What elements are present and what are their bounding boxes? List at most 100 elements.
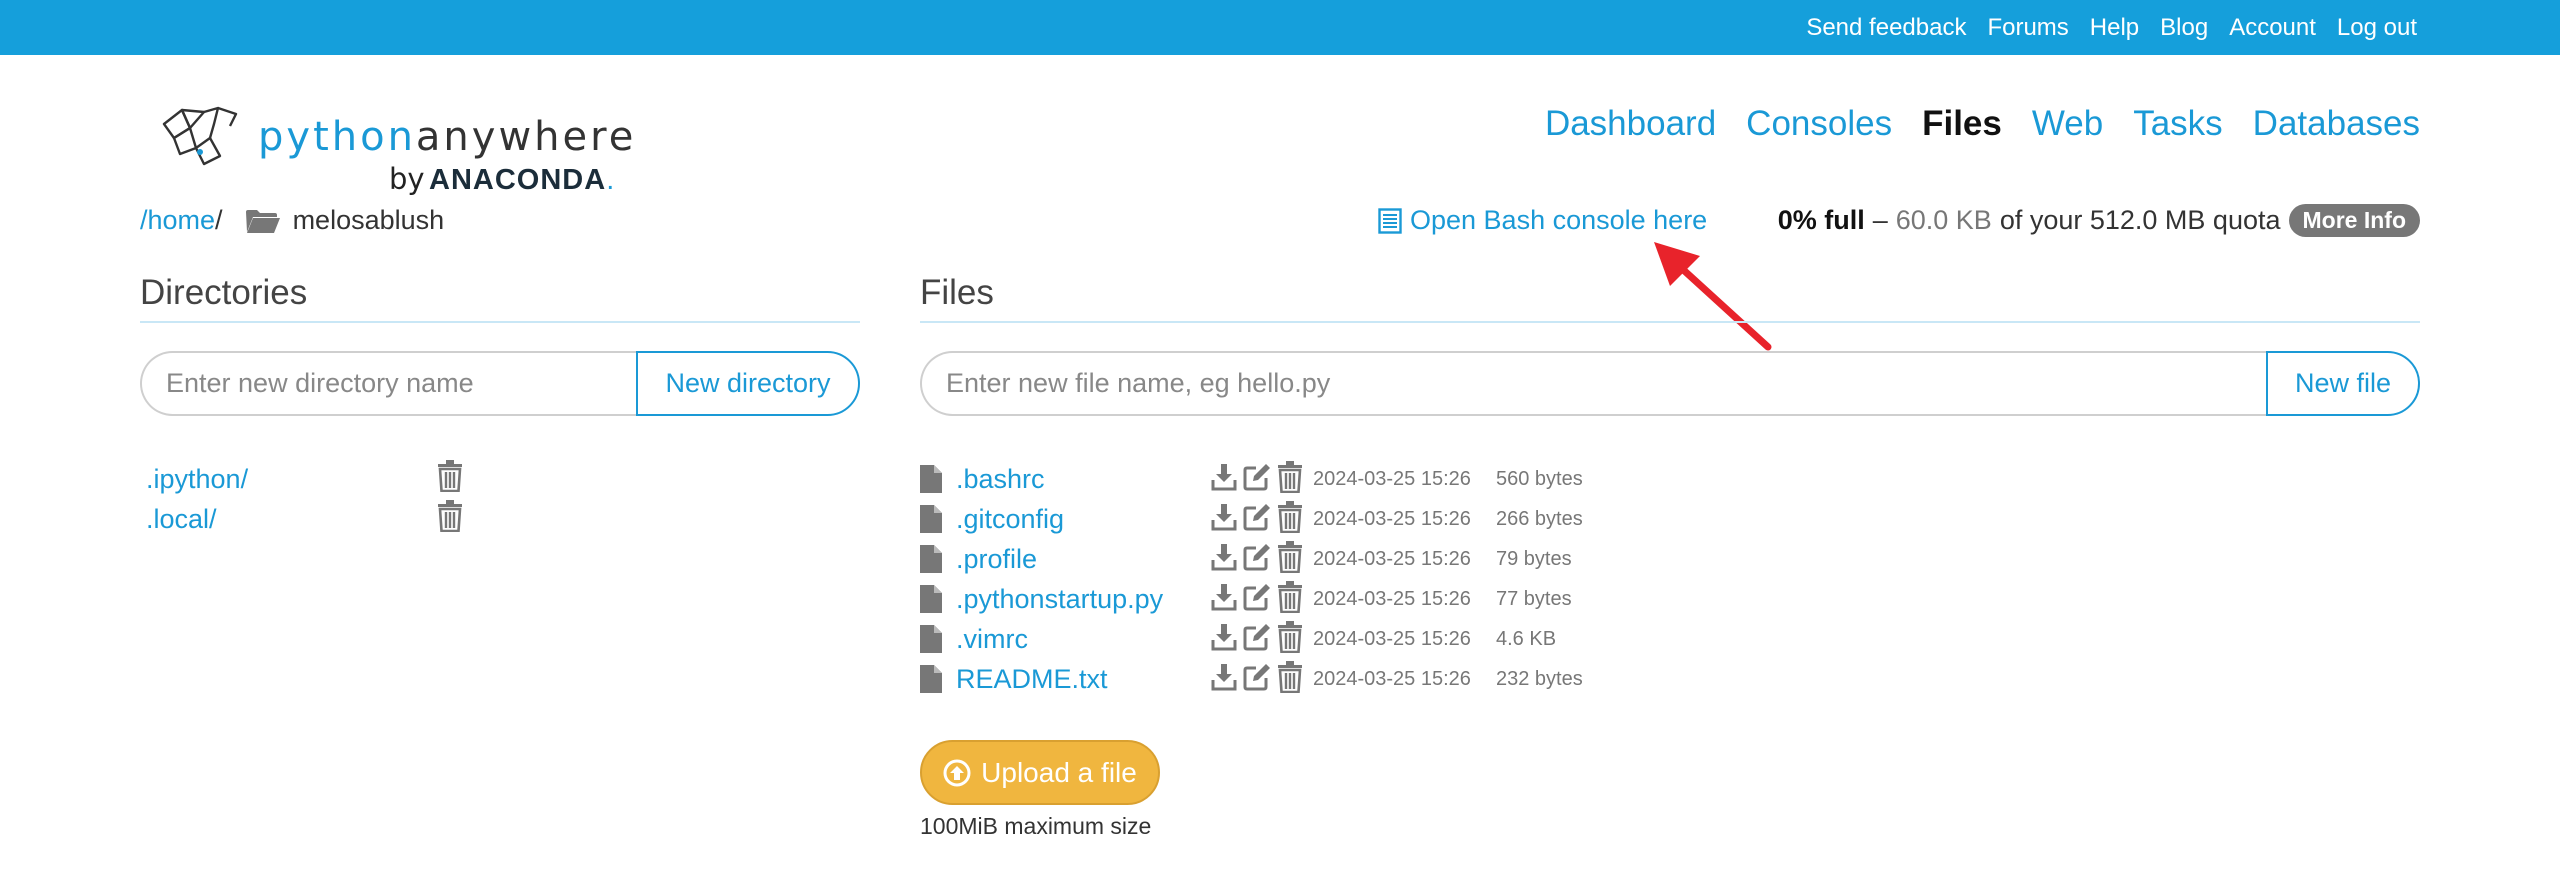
file-icon xyxy=(920,625,946,653)
blog-link[interactable]: Blog xyxy=(2160,14,2208,42)
files-divider xyxy=(920,321,2420,323)
directory-link-ipython[interactable]: .ipython/ xyxy=(146,464,248,495)
delete-trash-icon[interactable] xyxy=(1277,540,1303,578)
file-link[interactable]: .pythonstartup.py xyxy=(956,584,1211,615)
delete-trash-icon[interactable] xyxy=(1277,660,1303,698)
file-row: README.txt 2024-03-25 15:26 232 bytes xyxy=(920,659,1583,699)
delete-trash-icon[interactable] xyxy=(1277,620,1303,658)
nav-files[interactable]: Files xyxy=(1922,104,2002,144)
new-directory-input[interactable]: Enter new directory name xyxy=(140,351,636,416)
file-modified-date: 2024-03-25 15:26 xyxy=(1313,547,1471,570)
directory-row: .ipython/ xyxy=(146,459,248,499)
breadcrumb: /home / melosablush xyxy=(140,205,444,236)
nav-tasks[interactable]: Tasks xyxy=(2133,104,2222,144)
edit-icon[interactable] xyxy=(1243,503,1271,536)
help-link[interactable]: Help xyxy=(2090,14,2139,42)
more-info-button[interactable]: More Info xyxy=(2288,204,2420,237)
main-nav: Dashboard Consoles Files Web Tasks Datab… xyxy=(1545,104,2420,144)
file-row: .gitconfig 2024-03-25 15:26 266 bytes xyxy=(920,499,1583,539)
download-icon[interactable] xyxy=(1211,463,1237,496)
upload-file-button[interactable]: Upload a file xyxy=(920,740,1160,805)
logo-python-text: python xyxy=(258,114,416,160)
breadcrumb-separator: / xyxy=(215,205,223,235)
delete-trash-icon[interactable] xyxy=(1277,460,1303,498)
console-list-icon xyxy=(1378,207,1402,234)
file-row: .profile 2024-03-25 15:26 79 bytes xyxy=(920,539,1572,579)
file-size: 4.6 KB xyxy=(1496,627,1557,650)
download-icon[interactable] xyxy=(1211,543,1237,576)
send-feedback-link[interactable]: Send feedback xyxy=(1806,14,1966,42)
delete-trash-icon[interactable] xyxy=(1277,580,1303,618)
file-icon xyxy=(920,665,946,693)
file-icon xyxy=(920,545,946,573)
file-icon xyxy=(920,465,946,493)
edit-icon[interactable] xyxy=(1243,543,1271,576)
file-row: .pythonstartup.py 2024-03-25 15:26 77 byte… xyxy=(920,579,1572,619)
file-actions xyxy=(1211,620,1303,658)
file-size: 232 bytes xyxy=(1496,667,1583,690)
edit-icon[interactable] xyxy=(1243,463,1271,496)
download-icon[interactable] xyxy=(1211,663,1237,696)
logo-anaconda-text: ANACONDA xyxy=(429,164,607,196)
quota-of-text: of your 512.0 MB quota xyxy=(1999,205,2281,235)
file-actions xyxy=(1211,580,1303,618)
edit-icon[interactable] xyxy=(1243,663,1271,696)
quota-used: 60.0 KB xyxy=(1895,205,1992,235)
download-icon[interactable] xyxy=(1211,623,1237,656)
file-link[interactable]: .gitconfig xyxy=(956,504,1211,535)
file-link[interactable]: .bashrc xyxy=(956,464,1211,495)
directories-title: Directories xyxy=(140,273,308,312)
file-size: 79 bytes xyxy=(1496,547,1572,570)
file-actions xyxy=(1211,540,1303,578)
file-modified-date: 2024-03-25 15:26 xyxy=(1313,507,1471,530)
account-link[interactable]: Account xyxy=(2229,14,2316,42)
edit-icon[interactable] xyxy=(1243,583,1271,616)
nav-consoles[interactable]: Consoles xyxy=(1746,104,1892,144)
file-row: .vimrc 2024-03-25 15:26 4.6 KB xyxy=(920,619,1556,659)
logo-by-text: by xyxy=(389,162,425,196)
new-directory-button[interactable]: New directory xyxy=(636,351,860,416)
download-icon[interactable] xyxy=(1211,503,1237,536)
logo-anywhere-text: anywhere xyxy=(415,114,637,160)
file-link[interactable]: .vimrc xyxy=(956,624,1211,655)
file-row: .bashrc 2024-03-25 15:26 560 bytes xyxy=(920,459,1583,499)
new-file-input[interactable]: Enter new file name, eg hello.py xyxy=(920,351,2266,416)
quota-dash: – xyxy=(1872,205,1888,235)
logo-byline: by ANACONDA. xyxy=(389,162,614,197)
logout-link[interactable]: Log out xyxy=(2337,14,2417,42)
nav-databases[interactable]: Databases xyxy=(2253,104,2420,144)
annotation-arrow-icon xyxy=(1654,242,1772,351)
download-icon[interactable] xyxy=(1211,583,1237,616)
file-actions xyxy=(1211,660,1303,698)
delete-directory-trash-icon[interactable] xyxy=(437,500,463,537)
file-icon xyxy=(920,585,946,613)
quota-percent: 0% full xyxy=(1777,205,1865,235)
breadcrumb-home-link[interactable]: /home xyxy=(140,205,215,236)
new-directory-form: Enter new directory name New directory xyxy=(140,351,860,416)
quota-status: 0% full – 60.0 KB of your 512.0 MB quota… xyxy=(1778,204,2420,237)
file-modified-date: 2024-03-25 15:26 xyxy=(1313,467,1471,490)
new-file-button[interactable]: New file xyxy=(2266,351,2420,416)
snake-logo-icon xyxy=(162,106,238,166)
directories-divider xyxy=(140,321,860,323)
nav-web[interactable]: Web xyxy=(2032,104,2103,144)
edit-icon[interactable] xyxy=(1243,623,1271,656)
upload-size-note: 100MiB maximum size xyxy=(920,813,1152,839)
delete-directory-trash-icon[interactable] xyxy=(437,460,463,497)
upload-file-label: Upload a file xyxy=(981,756,1137,788)
file-link[interactable]: .profile xyxy=(956,544,1211,575)
breadcrumb-current: melosablush xyxy=(292,205,445,235)
upload-circle-arrow-icon xyxy=(943,759,971,786)
delete-trash-icon[interactable] xyxy=(1277,500,1303,538)
nav-dashboard[interactable]: Dashboard xyxy=(1545,104,1716,144)
file-size: 77 bytes xyxy=(1496,587,1572,610)
top-bar: Send feedback Forums Help Blog Account L… xyxy=(0,0,2560,55)
folder-open-icon xyxy=(245,208,281,234)
file-link[interactable]: README.txt xyxy=(956,664,1211,695)
forums-link[interactable]: Forums xyxy=(1987,14,2068,42)
file-actions xyxy=(1211,500,1303,538)
file-size: 266 bytes xyxy=(1496,507,1583,530)
directory-row: .local/ xyxy=(146,499,217,539)
directory-link-local[interactable]: .local/ xyxy=(146,504,217,535)
logo-dot: . xyxy=(606,164,615,196)
